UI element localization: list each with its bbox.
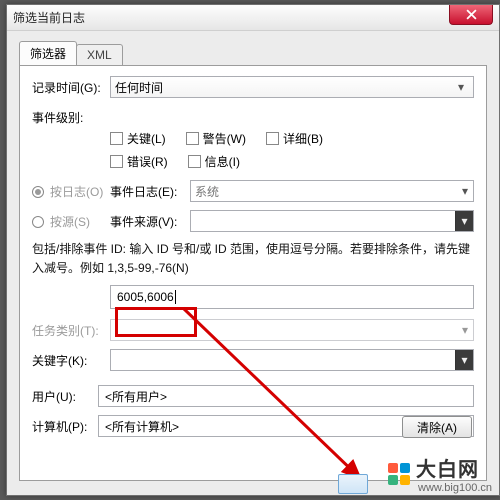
text-caret xyxy=(175,290,176,304)
dropdown-eventsource[interactable]: ▾ xyxy=(190,210,474,232)
dialog-window: 筛选当前日志 筛选器 XML 记录时间(G): 任何时间 ▾ 事件级别: 关键(… xyxy=(6,4,500,496)
checkbox-icon xyxy=(110,132,123,145)
label-keyword: 关键字(K): xyxy=(32,352,110,369)
checkbox-icon xyxy=(186,132,199,145)
tab-panel: 记录时间(G): 任何时间 ▾ 事件级别: 关键(L) 警告(W) 详细(B) … xyxy=(19,65,487,481)
label-level: 事件级别: xyxy=(32,109,110,126)
close-icon xyxy=(466,9,477,20)
dropdown-keyword[interactable]: ▾ xyxy=(110,349,474,371)
chevron-down-icon: ▾ xyxy=(457,184,473,198)
tab-xml[interactable]: XML xyxy=(76,44,123,65)
level-checks-2: 错误(R) 信息(I) xyxy=(110,153,474,170)
row-bylog: 按日志(O) 事件日志(E): 系统 ▾ xyxy=(32,180,474,202)
dropdown-eventlog-value: 系统 xyxy=(191,183,457,200)
clear-button[interactable]: 清除(A) xyxy=(402,416,472,438)
dropdown-task: ▾ xyxy=(110,319,474,341)
label-time: 记录时间(G): xyxy=(32,79,110,96)
checkbox-icon xyxy=(266,132,279,145)
user-input[interactable]: <所有用户> xyxy=(98,385,474,407)
row-task: 任务类别(T): ▾ xyxy=(32,319,474,341)
close-button[interactable] xyxy=(449,5,493,25)
tab-strip: 筛选器 XML xyxy=(19,41,487,65)
watermark: 大白网 www.big100.cn xyxy=(388,453,492,494)
chevron-down-icon: ▾ xyxy=(455,350,473,370)
client-area: 筛选器 XML 记录时间(G): 任何时间 ▾ 事件级别: 关键(L) 警告(W… xyxy=(7,31,499,491)
checkbox-icon xyxy=(110,155,123,168)
user-value: <所有用户> xyxy=(105,388,167,405)
checkbox-icon xyxy=(188,155,201,168)
radio-bysource[interactable]: 按源(S) xyxy=(32,213,110,230)
watermark-text: 大白网 www.big100.cn xyxy=(416,453,492,494)
level-checks-1: 关键(L) 警告(W) 详细(B) xyxy=(110,130,474,147)
row-time: 记录时间(G): 任何时间 ▾ xyxy=(32,76,474,98)
id-help-text: 包括/排除事件 ID: 输入 ID 号和/或 ID 范围，使用逗号分隔。若要排除… xyxy=(32,240,474,277)
dropdown-time-value: 任何时间 xyxy=(115,79,163,96)
ok-button-partial[interactable] xyxy=(338,474,368,494)
label-task: 任务类别(T): xyxy=(32,322,110,339)
titlebar: 筛选当前日志 xyxy=(7,5,499,31)
label-user: 用户(U): xyxy=(32,388,98,405)
event-id-value: 6005,6006 xyxy=(117,290,174,304)
row-keyword: 关键字(K): ▾ xyxy=(32,349,474,371)
computer-value: <所有计算机> xyxy=(105,418,179,435)
radio-icon xyxy=(32,186,44,198)
chevron-down-icon: ▾ xyxy=(457,323,473,337)
label-eventlog: 事件日志(E): xyxy=(110,183,190,200)
check-info[interactable]: 信息(I) xyxy=(188,153,240,170)
row-user: 用户(U): <所有用户> xyxy=(32,385,474,407)
chevron-down-icon: ▾ xyxy=(455,211,473,231)
radio-icon xyxy=(32,216,44,228)
dropdown-time[interactable]: 任何时间 ▾ xyxy=(110,76,474,98)
dropdown-eventlog[interactable]: 系统 ▾ xyxy=(190,180,474,202)
watermark-logo-icon xyxy=(388,463,410,485)
radio-bylog[interactable]: 按日志(O) xyxy=(32,183,110,200)
id-input-wrap: 6005,6006 xyxy=(110,285,474,309)
label-eventsource: 事件来源(V): xyxy=(110,213,190,230)
check-verbose[interactable]: 详细(B) xyxy=(266,130,323,147)
chevron-down-icon: ▾ xyxy=(453,80,469,94)
window-title: 筛选当前日志 xyxy=(13,9,85,26)
event-id-input[interactable]: 6005,6006 xyxy=(110,285,474,309)
check-error[interactable]: 错误(R) xyxy=(110,153,168,170)
row-level: 事件级别: xyxy=(32,106,474,128)
check-warning[interactable]: 警告(W) xyxy=(186,130,246,147)
label-computer: 计算机(P): xyxy=(32,418,98,435)
check-critical[interactable]: 关键(L) xyxy=(110,130,166,147)
tab-filter[interactable]: 筛选器 xyxy=(19,41,77,65)
row-bysource: 按源(S) 事件来源(V): ▾ xyxy=(32,210,474,232)
